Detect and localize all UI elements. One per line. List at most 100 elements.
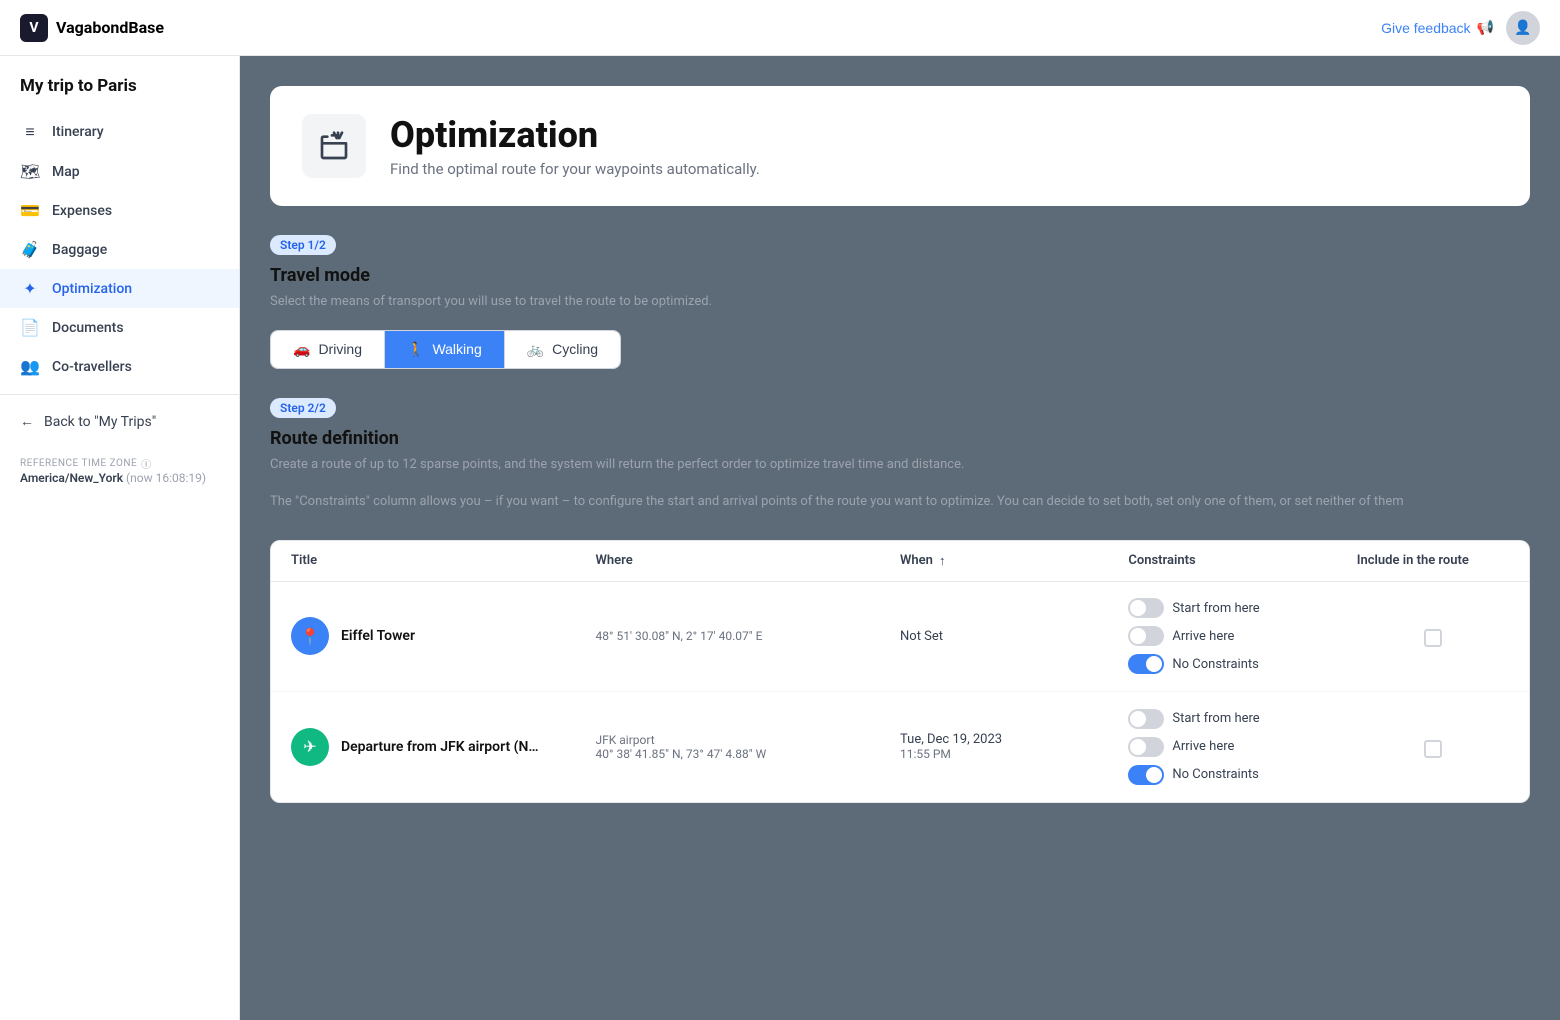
avatar[interactable]: 👤 [1506, 11, 1540, 45]
eiffel-arrive-row: Arrive here [1128, 626, 1356, 646]
give-feedback-label: Give feedback [1381, 20, 1471, 36]
opt-icon-box [302, 114, 366, 178]
logo[interactable]: V VagabondBase [20, 14, 164, 42]
driving-label: Driving [318, 341, 362, 357]
eiffel-include-cell [1357, 625, 1509, 647]
eiffel-start-label: Start from here [1172, 601, 1259, 616]
eiffel-arrive-toggle[interactable] [1128, 626, 1164, 646]
jfk-include-checkbox[interactable] [1424, 740, 1442, 758]
cycling-label: Cycling [552, 341, 598, 357]
travel-mode-group: 🚗 Driving 🚶 Walking 🚲 Cycling [270, 330, 621, 369]
optimization-title: Optimization [390, 114, 760, 156]
sidebar-item-label-baggage: Baggage [52, 242, 107, 258]
back-to-trips-label: Back to "My Trips" [44, 414, 156, 430]
eiffel-start-toggle[interactable] [1128, 598, 1164, 618]
optimization-icon: ✦ [20, 279, 40, 298]
step1-section: Step 1/2 Travel mode Select the means of… [270, 234, 1530, 369]
route-table: Title Where When ↑ Constraints Include i… [270, 540, 1530, 803]
eiffel-noconstraint-label: No Constraints [1172, 657, 1258, 672]
itinerary-icon: ≡ [20, 122, 40, 142]
jfk-when: Tue, Dec 19, 2023 11:55 PM [900, 732, 1128, 761]
table-header: Title Where When ↑ Constraints Include i… [271, 541, 1529, 582]
expenses-icon: 💳 [20, 201, 40, 220]
sidebar-item-baggage[interactable]: 🧳 Baggage [0, 230, 239, 269]
jfk-start-row: Start from here [1128, 709, 1356, 729]
jfk-arrive-label: Arrive here [1172, 739, 1234, 754]
sidebar-item-optimization[interactable]: ✦ Optimization [0, 269, 239, 308]
col-constraints: Constraints [1128, 553, 1356, 569]
back-to-trips-item[interactable]: ← Back to "My Trips" [0, 403, 239, 440]
jfk-icon: ✈ [291, 728, 329, 766]
sidebar-item-label-itinerary: Itinerary [52, 124, 104, 140]
sort-icon[interactable]: ↑ [939, 553, 946, 569]
step2-title: Route definition [270, 428, 1530, 449]
sidebar-divider [0, 394, 239, 395]
eiffel-include-checkbox[interactable] [1424, 629, 1442, 647]
jfk-where: JFK airport 40° 38' 41.85" N, 73° 47' 4.… [596, 733, 901, 761]
ref-timezone-value: America/New_York (now 16:08:19) [20, 471, 219, 485]
documents-icon: 📄 [20, 318, 40, 337]
topbar-right: Give feedback 📢 👤 [1381, 11, 1540, 45]
eiffel-icon: 📍 [291, 617, 329, 655]
help-icon[interactable]: ⓘ [141, 456, 152, 471]
sidebar-item-label-map: Map [52, 164, 80, 180]
jfk-start-label: Start from here [1172, 711, 1259, 726]
jfk-noconstraint-row: No Constraints [1128, 765, 1356, 785]
eiffel-noconstraint-toggle[interactable] [1128, 654, 1164, 674]
optimization-header-card: Optimization Find the optimal route for … [270, 86, 1530, 206]
baggage-icon: 🧳 [20, 240, 40, 259]
table-row: ✈ Departure from JFK airport (N… JFK air… [271, 692, 1529, 802]
cotravellers-icon: 👥 [20, 357, 40, 376]
ref-timezone-label: REFERENCE TIME ZONE ⓘ [20, 456, 219, 471]
reference-timezone: REFERENCE TIME ZONE ⓘ America/New_York (… [0, 440, 239, 485]
walking-icon: 🚶 [407, 341, 424, 358]
jfk-constraints: Start from here Arrive here No Constrain… [1128, 709, 1356, 785]
back-arrow-icon: ← [20, 413, 34, 430]
eiffel-noconstraint-row: No Constraints [1128, 654, 1356, 674]
jfk-noconstraint-toggle[interactable] [1128, 765, 1164, 785]
col-where: Where [596, 553, 901, 569]
step2-section: Step 2/2 Route definition Create a route… [270, 397, 1530, 512]
sidebar-trip-title: My trip to Paris [0, 76, 239, 112]
opt-header-text: Optimization Find the optimal route for … [390, 114, 760, 178]
jfk-include-cell [1357, 736, 1509, 758]
topbar: V VagabondBase Give feedback 📢 👤 [0, 0, 1560, 56]
map-icon: 🗺 [20, 162, 40, 181]
sidebar-item-expenses[interactable]: 💳 Expenses [0, 191, 239, 230]
cycling-icon: 🚲 [527, 341, 544, 358]
place-cell-jfk: ✈ Departure from JFK airport (N… [291, 728, 596, 766]
travel-mode-walking[interactable]: 🚶 Walking [385, 331, 505, 368]
table-row: 📍 Eiffel Tower 48° 51' 30.08" N, 2° 17' … [271, 582, 1529, 692]
eiffel-arrive-label: Arrive here [1172, 629, 1234, 644]
jfk-arrive-toggle[interactable] [1128, 737, 1164, 757]
jfk-start-toggle[interactable] [1128, 709, 1164, 729]
step1-desc: Select the means of transport you will u… [270, 292, 1530, 312]
step2-desc2: The "Constraints" column allows you – if… [270, 492, 1530, 512]
sidebar-item-map[interactable]: 🗺 Map [0, 152, 239, 191]
eiffel-name: Eiffel Tower [341, 628, 415, 644]
walking-label: Walking [432, 341, 481, 357]
jfk-arrive-row: Arrive here [1128, 737, 1356, 757]
sidebar-item-label-optimization: Optimization [52, 281, 132, 297]
eiffel-constraints: Start from here Arrive here No Constrain… [1128, 598, 1356, 674]
jfk-noconstraint-label: No Constraints [1172, 767, 1258, 782]
eiffel-when: Not Set [900, 629, 1128, 644]
travel-mode-cycling[interactable]: 🚲 Cycling [505, 331, 620, 368]
driving-icon: 🚗 [293, 341, 310, 358]
step1-title: Travel mode [270, 265, 1530, 286]
col-title: Title [291, 553, 596, 569]
sidebar-item-label-cotravellers: Co-travellers [52, 359, 132, 375]
sidebar-item-itinerary[interactable]: ≡ Itinerary [0, 112, 239, 152]
sidebar-item-documents[interactable]: 📄 Documents [0, 308, 239, 347]
travel-mode-driving[interactable]: 🚗 Driving [271, 331, 385, 368]
sidebar: My trip to Paris ≡ Itinerary 🗺 Map 💳 Exp… [0, 56, 240, 1020]
col-when: When ↑ [900, 553, 1128, 569]
give-feedback-button[interactable]: Give feedback 📢 [1381, 19, 1494, 36]
sidebar-item-cotravellers[interactable]: 👥 Co-travellers [0, 347, 239, 386]
megaphone-icon: 📢 [1477, 19, 1494, 36]
logo-text: VagabondBase [56, 18, 164, 37]
optimization-subtitle: Find the optimal route for your waypoint… [390, 160, 760, 178]
step1-badge: Step 1/2 [270, 235, 336, 255]
ref-timezone-now: (now 16:08:19) [126, 471, 206, 485]
eiffel-where: 48° 51' 30.08" N, 2° 17' 40.07" E [596, 629, 901, 643]
